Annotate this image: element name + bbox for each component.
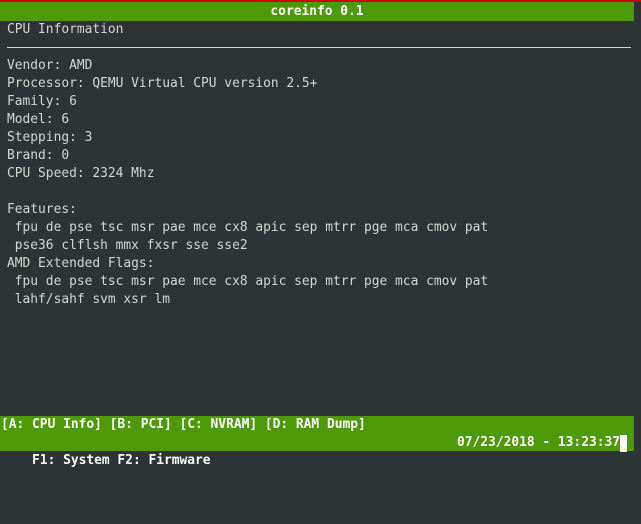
function-key-bar: F1: System F2: Firmware 07/23/2018 - 13:… xyxy=(0,434,634,468)
info-model: Model: 6 xyxy=(7,112,70,127)
right-edge xyxy=(634,2,641,451)
cpu-info-panel: CPU Information Vendor: AMD Processor: Q… xyxy=(7,21,634,309)
section-title: CPU Information xyxy=(7,22,124,37)
datetime: 07/23/2018 - 13:23:37 xyxy=(457,435,620,450)
divider xyxy=(7,39,634,57)
info-cpu-speed: CPU Speed: 2324 Mhz xyxy=(7,166,155,181)
menu-shortcuts[interactable]: [A: CPU Info] [B: PCI] [C: NVRAM] [D: RA… xyxy=(0,416,634,434)
blank-row xyxy=(7,183,634,201)
features-label: Features: xyxy=(7,202,77,217)
function-keys[interactable]: F1: System F2: Firmware xyxy=(32,453,211,468)
info-family: Family: 6 xyxy=(7,94,77,109)
amd-flags-line: lahf/sahf svm xsr lm xyxy=(7,292,170,307)
features-line: fpu de pse tsc msr pae mce cx8 apic sep … xyxy=(7,220,489,235)
features-line: pse36 clflsh mmx fxsr sse sse2 xyxy=(7,238,248,253)
info-processor: Processor: QEMU Virtual CPU version 2.5+ xyxy=(7,76,318,91)
title-bar: coreinfo 0.1 xyxy=(0,2,634,21)
info-vendor: Vendor: AMD xyxy=(7,58,93,73)
info-stepping: Stepping: 3 xyxy=(7,130,93,145)
amd-flags-label: AMD Extended Flags: xyxy=(7,256,155,271)
info-brand: Brand: 0 xyxy=(7,148,70,163)
amd-flags-line: fpu de pse tsc msr pae mce cx8 apic sep … xyxy=(7,274,489,289)
cursor xyxy=(620,435,627,452)
status-bar: [A: CPU Info] [B: PCI] [C: NVRAM] [D: RA… xyxy=(0,416,634,468)
